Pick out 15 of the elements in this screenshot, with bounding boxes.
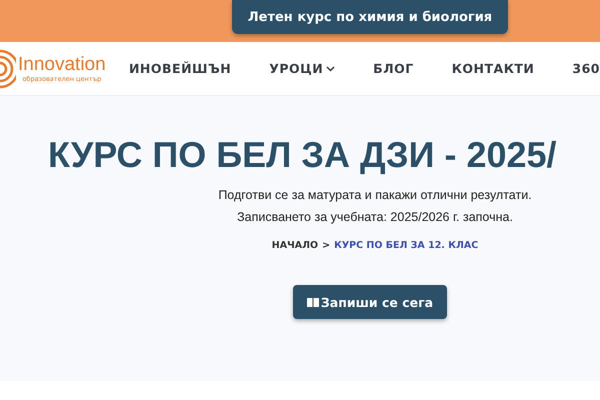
enroll-button[interactable]: Запиши се сега [292, 285, 448, 319]
chevron-down-icon [326, 66, 336, 72]
nav-link[interactable]: 360 [572, 61, 600, 76]
breadcrumb-link[interactable]: НАЧАЛО [272, 240, 318, 251]
hero-title: КУРС ПО БЕЛ ЗА ДЗИ - 2025/ [48, 134, 557, 176]
promo-button[interactable]: Летен курс по химия и биология [232, 0, 508, 34]
nav-link[interactable]: КОНТАКТИ [452, 61, 534, 76]
breadcrumb-separator: > [322, 240, 330, 251]
nav-link[interactable]: БЛОГ [373, 61, 414, 76]
nav-link[interactable]: УРОЦИ [269, 61, 336, 76]
nav-link[interactable]: ИНОВЕЙШЪН [128, 61, 232, 76]
logo-rings-icon [0, 48, 16, 88]
hero-description: Подготви се за матурата и пакажи отлични резултати. Записването за учебната: 2025/2026 г. започна. [217, 187, 533, 226]
book-icon [306, 296, 319, 308]
breadcrumb-link[interactable]: КУРС ПО БЕЛ ЗА 12. КЛАС [334, 240, 478, 251]
